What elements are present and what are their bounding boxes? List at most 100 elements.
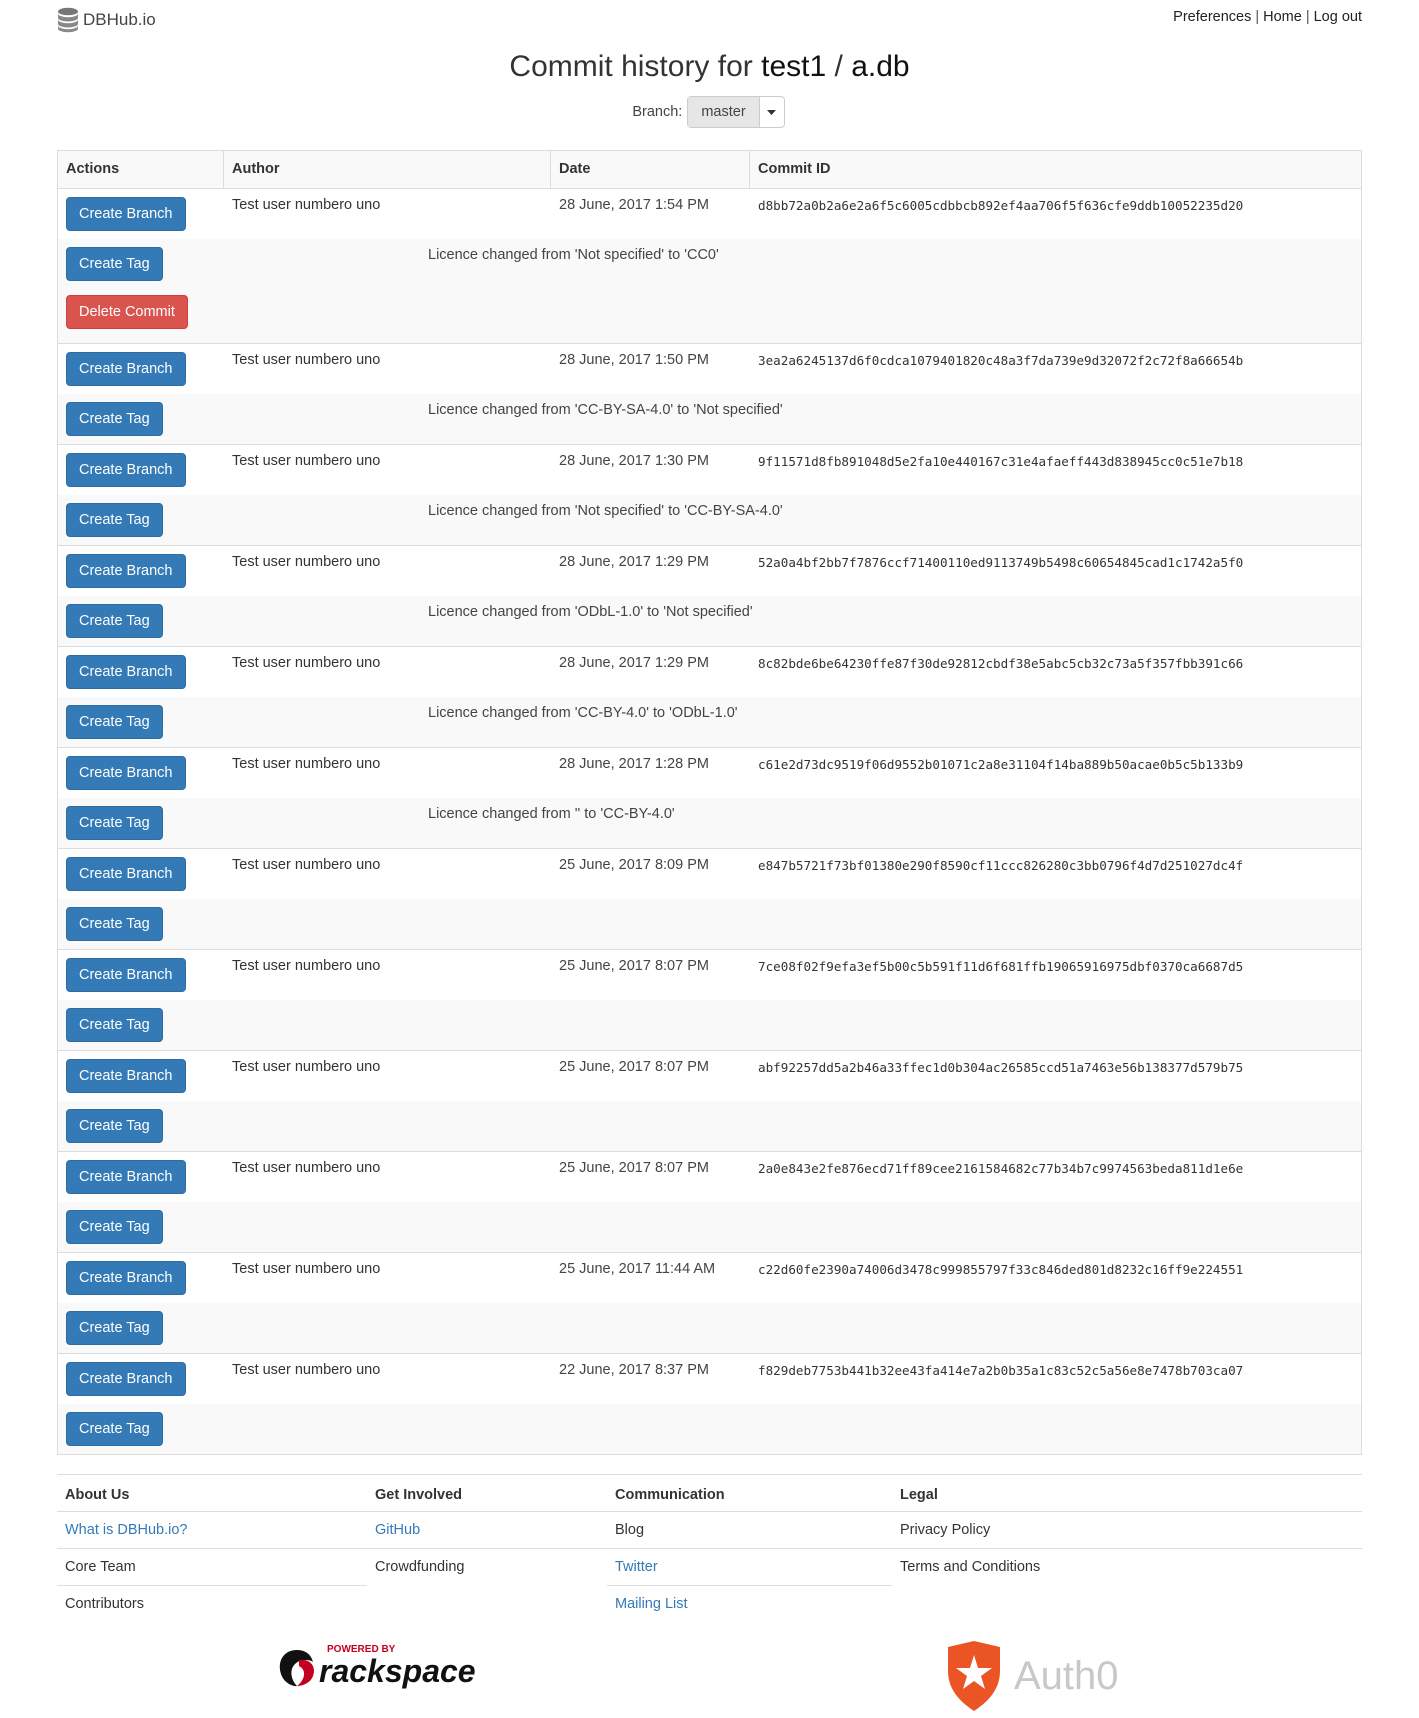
logout-link[interactable]: Log out xyxy=(1314,9,1362,25)
commit-table: Actions Author Date Commit ID Create Bra… xyxy=(57,150,1362,1455)
create-branch-button[interactable]: Create Branch xyxy=(66,857,186,891)
footer-link[interactable]: Crowdfunding xyxy=(367,1548,607,1585)
commit-author: Test user numbero uno xyxy=(232,958,381,974)
table-row: Create Branch Test user numbero uno 25 Jun… xyxy=(58,1152,1361,1202)
create-branch-button[interactable]: Create Branch xyxy=(66,554,186,588)
create-tag-button[interactable]: Create Tag xyxy=(66,402,163,436)
auth0-logo[interactable]: Auth0 xyxy=(942,1641,1142,1718)
commit-author: Test user numbero uno xyxy=(232,352,381,368)
top-bar: DBHub.io Preferences | Home | Log out xyxy=(0,0,1419,40)
commit-message: Licence changed from 'ODbL-1.0' to 'Not … xyxy=(428,604,753,620)
rackspace-logo-icon: POWERED BY rackspace xyxy=(279,1644,476,1689)
create-branch-button[interactable]: Create Branch xyxy=(66,352,186,386)
branch-value[interactable]: master xyxy=(688,97,760,127)
database-link[interactable]: a.db xyxy=(851,50,909,83)
branch-caret-button[interactable] xyxy=(759,97,784,127)
footer-link[interactable]: Contributors xyxy=(57,1585,367,1622)
commit-entry: Create Branch Test user numbero uno 25 Jun… xyxy=(58,1252,1361,1353)
table-row: Create Branch Test user numbero uno 28 Jun… xyxy=(58,647,1361,697)
create-tag-button[interactable]: Create Tag xyxy=(66,503,163,537)
commit-author: Test user numbero uno xyxy=(232,554,381,570)
create-branch-button[interactable]: Create Branch xyxy=(66,197,186,231)
create-tag-button[interactable]: Create Tag xyxy=(66,604,163,638)
create-tag-button[interactable]: Create Tag xyxy=(66,907,163,941)
commit-id: c22d60fe2390a74006d3478c999855797f33c846… xyxy=(758,1262,1244,1277)
create-tag-button[interactable]: Create Tag xyxy=(66,1210,163,1244)
footer-link[interactable]: Mailing List xyxy=(607,1585,892,1622)
create-branch-button[interactable]: Create Branch xyxy=(66,958,186,992)
brand-link[interactable]: DBHub.io xyxy=(57,7,156,33)
commit-id: 7ce08f02f9efa3ef5b00c5b591f11d6f681ffb19… xyxy=(758,959,1244,974)
footer-heading: Communication xyxy=(607,1474,892,1511)
table-body: Create Branch Test user numbero uno 28 Jun… xyxy=(58,189,1361,1454)
create-tag-button[interactable]: Create Tag xyxy=(66,705,163,739)
header-actions: Actions xyxy=(58,151,224,188)
create-branch-button[interactable]: Create Branch xyxy=(66,655,186,689)
commit-date: 22 June, 2017 8:37 PM xyxy=(559,1362,709,1378)
preferences-link[interactable]: Preferences xyxy=(1173,9,1251,25)
table-row: Create Branch Test user numbero uno 25 Jun… xyxy=(58,950,1361,1000)
home-link[interactable]: Home xyxy=(1263,9,1302,25)
footer-link[interactable]: Twitter xyxy=(607,1548,892,1585)
create-tag-button[interactable]: Create Tag xyxy=(66,1109,163,1143)
table-row: Create Tag xyxy=(58,1000,1361,1050)
commit-id: e847b5721f73bf01380e290f8590cf11ccc82628… xyxy=(758,858,1244,873)
commit-entry: Create Branch Test user numbero uno 28 Jun… xyxy=(58,343,1361,444)
database-icon xyxy=(58,7,78,33)
header-date: Date xyxy=(551,151,750,188)
footer-link[interactable]: Privacy Policy xyxy=(892,1511,1362,1548)
commit-entry: Create Branch Test user numbero uno 22 Jun… xyxy=(58,1353,1361,1454)
commit-author: Test user numbero uno xyxy=(232,453,381,469)
table-row: Create Tag xyxy=(58,1202,1361,1252)
footer-link[interactable]: What is DBHub.io? xyxy=(57,1511,367,1548)
create-branch-button[interactable]: Create Branch xyxy=(66,1261,186,1295)
nav-separator: | xyxy=(1255,9,1260,25)
commit-author: Test user numbero uno xyxy=(232,197,381,213)
create-tag-button[interactable]: Create Tag xyxy=(66,1008,163,1042)
commit-entry: Create Branch Test user numbero uno 25 Jun… xyxy=(58,1151,1361,1252)
table-row: Create Branch Test user numbero uno 28 Jun… xyxy=(58,445,1361,495)
branch-dropdown[interactable]: master xyxy=(687,96,785,128)
table-row: Create Branch Test user numbero uno 25 Jun… xyxy=(58,1051,1361,1101)
commit-date: 28 June, 2017 1:29 PM xyxy=(559,655,709,671)
table-row: Create Tag xyxy=(58,1404,1361,1454)
auth0-name: Auth0 xyxy=(1014,1654,1119,1698)
title-slash: / xyxy=(834,50,843,83)
footer-link[interactable]: GitHub xyxy=(367,1511,607,1548)
owner-link[interactable]: test1 xyxy=(761,50,826,83)
commit-date: 28 June, 2017 1:30 PM xyxy=(559,453,709,469)
create-branch-button[interactable]: Create Branch xyxy=(66,1362,186,1396)
footer-column: Communication Blog Twitter Mailing List xyxy=(607,1474,892,1622)
footer-link[interactable]: Terms and Conditions xyxy=(892,1548,1362,1585)
create-branch-button[interactable]: Create Branch xyxy=(66,1059,186,1093)
commit-author: Test user numbero uno xyxy=(232,1160,381,1176)
create-tag-button[interactable]: Create Tag xyxy=(66,1311,163,1345)
table-row: Create Tag Licence changed from 'CC-BY-4.… xyxy=(58,697,1361,747)
create-tag-button[interactable]: Create Tag xyxy=(66,1412,163,1446)
delete-commit-button[interactable]: Delete Commit xyxy=(66,295,188,329)
table-row: Create Branch Test user numbero uno 25 Jun… xyxy=(58,1253,1361,1303)
create-branch-button[interactable]: Create Branch xyxy=(66,756,186,790)
create-branch-button[interactable]: Create Branch xyxy=(66,453,186,487)
commit-message: Licence changed from 'Not specified' to … xyxy=(428,503,783,519)
commit-date: 25 June, 2017 11:44 AM xyxy=(559,1261,716,1277)
create-tag-button[interactable]: Create Tag xyxy=(66,806,163,840)
create-tag-button[interactable]: Create Tag xyxy=(66,247,163,281)
table-row: Create Tag Licence changed from 'Not spec… xyxy=(58,239,1361,289)
page-title: Commit history for test1 / a.db xyxy=(0,50,1419,84)
commit-message: Licence changed from '' to 'CC-BY-4.0' xyxy=(428,806,675,822)
footer-link[interactable]: Core Team xyxy=(57,1548,367,1585)
commit-author: Test user numbero uno xyxy=(232,1362,381,1378)
commit-entry: Create Branch Test user numbero uno 25 Jun… xyxy=(58,949,1361,1050)
table-row: Create Tag Licence changed from 'Not spec… xyxy=(58,495,1361,545)
commit-id: abf92257dd5a2b46a33ffec1d0b304ac26585ccd… xyxy=(758,1060,1244,1075)
footer-link[interactable]: Blog xyxy=(607,1511,892,1548)
commit-message: Licence changed from 'CC-BY-SA-4.0' to '… xyxy=(428,402,783,418)
commit-author: Test user numbero uno xyxy=(232,1059,381,1075)
table-row: Create Tag xyxy=(58,899,1361,949)
header-author: Author xyxy=(224,151,551,188)
table-header: Actions Author Date Commit ID xyxy=(58,151,1361,189)
rackspace-logo[interactable]: POWERED BY rackspace xyxy=(275,1640,476,1697)
create-branch-button[interactable]: Create Branch xyxy=(66,1160,186,1194)
table-row: Create Tag Licence changed from 'ODbL-1.0… xyxy=(58,596,1361,646)
